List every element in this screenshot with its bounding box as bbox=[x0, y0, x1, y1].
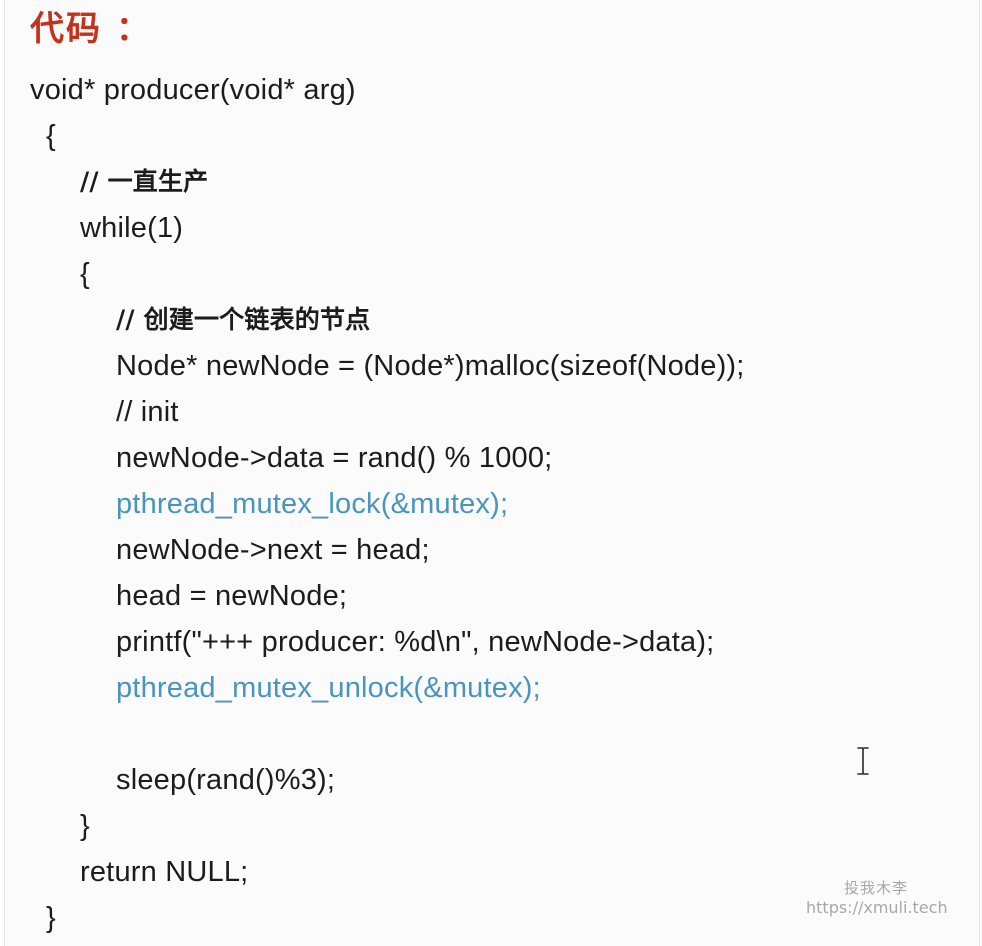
code-line-while-loop: while(1) bbox=[80, 212, 184, 244]
text-cursor-icon bbox=[857, 747, 869, 775]
code-line-mutex-unlock: pthread_mutex_unlock(&mutex); bbox=[116, 672, 541, 704]
code-block: void* producer(void* arg) { // 一直生产 whil… bbox=[0, 0, 982, 946]
watermark: 投我木李 https://xmuli.tech bbox=[806, 878, 956, 918]
code-line-assign-next: newNode->next = head; bbox=[116, 534, 430, 566]
code-line-sleep: sleep(rand()%3); bbox=[116, 764, 336, 796]
code-line-printf: printf("+++ producer: %d\n", newNode->da… bbox=[116, 626, 715, 658]
watermark-name: 投我木李 bbox=[844, 879, 909, 897]
code-comment-init: // init bbox=[116, 396, 179, 428]
code-line-close-brace: } bbox=[46, 902, 56, 934]
code-comment-produce-forever: // 一直生产 bbox=[80, 167, 209, 196]
code-comment-create-node: // 创建一个链表的节点 bbox=[116, 305, 371, 334]
code-line-return: return NULL; bbox=[80, 856, 249, 888]
code-line-open-brace: { bbox=[46, 120, 56, 152]
code-line-loop-close-brace: } bbox=[80, 810, 90, 842]
watermark-url: https://xmuli.tech bbox=[806, 898, 948, 917]
code-line-assign-head: head = newNode; bbox=[116, 580, 348, 612]
code-line-loop-open-brace: { bbox=[80, 258, 90, 290]
code-line-mutex-lock: pthread_mutex_lock(&mutex); bbox=[116, 488, 509, 520]
code-line-malloc-node: Node* newNode = (Node*)malloc(sizeof(Nod… bbox=[116, 350, 745, 382]
code-line-assign-data: newNode->data = rand() % 1000; bbox=[116, 442, 553, 474]
code-line-function-signature: void* producer(void* arg) bbox=[30, 74, 356, 106]
